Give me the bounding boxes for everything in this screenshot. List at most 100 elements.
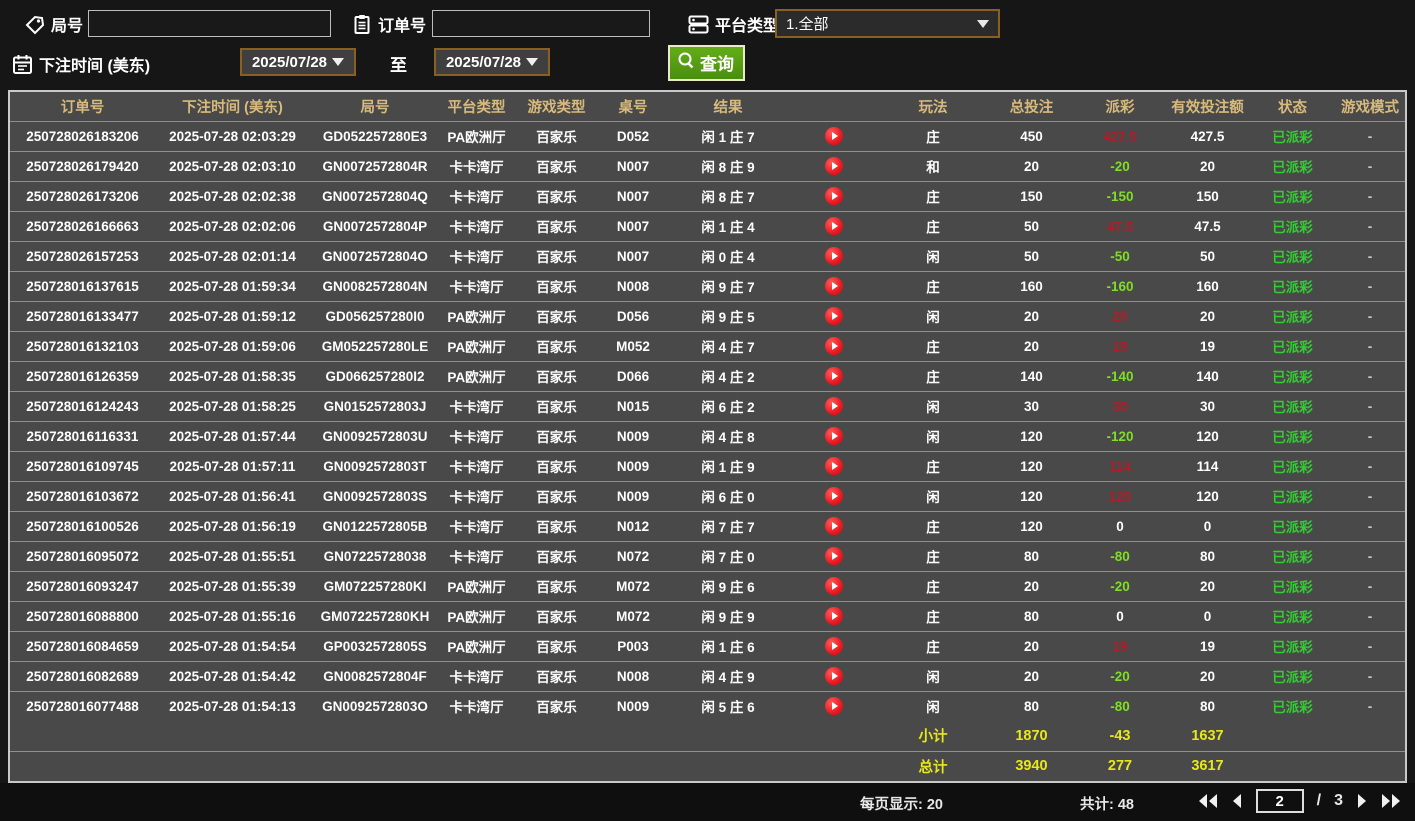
cell-order-no: 250728016124243 xyxy=(10,391,155,422)
order-no-label: 订单号 xyxy=(378,18,427,35)
date-to-label: 至 xyxy=(390,56,407,75)
next-page-icon[interactable] xyxy=(1356,793,1368,809)
cell-total-bet: 450 xyxy=(988,121,1075,152)
cell-play: 闲 xyxy=(878,481,988,512)
order-no-input[interactable] xyxy=(432,10,650,37)
cell-game-no: GP0032572805S xyxy=(310,631,440,662)
play-icon[interactable] xyxy=(825,667,843,685)
subtotal-spacer xyxy=(10,721,878,752)
cell-payout: 120 xyxy=(1075,481,1165,512)
status-badge: 已派彩 xyxy=(1250,241,1335,272)
cell-game-type: 百家乐 xyxy=(536,700,577,716)
chevron-down-icon xyxy=(977,19,989,28)
cell-total-bet: 50 xyxy=(988,241,1075,272)
cell-game-type: 百家乐 xyxy=(513,571,600,602)
cell-game-type: 百家乐 xyxy=(513,481,600,512)
cell-payout: -80 xyxy=(1110,698,1130,714)
cell-platform-type: 卡卡湾厅 xyxy=(440,541,513,572)
status-badge: 已派彩 xyxy=(1250,601,1335,632)
play-icon[interactable] xyxy=(825,697,843,716)
cell-total-bet: 80 xyxy=(988,601,1075,632)
col-total-bet: 总投注 xyxy=(988,92,1075,122)
cell-bet-time: 2025-07-28 02:03:10 xyxy=(155,151,310,182)
play-icon[interactable] xyxy=(825,457,843,475)
platform-type-select[interactable]: 1.全部 xyxy=(775,9,1000,38)
last-page-icon[interactable] xyxy=(1381,793,1401,809)
play-icon[interactable] xyxy=(825,337,843,355)
cell-play: 庄 xyxy=(878,541,988,572)
play-icon[interactable] xyxy=(825,187,843,205)
cell-replay xyxy=(790,691,878,721)
cell-order-no: 250728026173206 xyxy=(10,181,155,212)
play-icon[interactable] xyxy=(825,637,843,655)
game-no-label: 局号 xyxy=(51,18,84,35)
prev-page-icon[interactable] xyxy=(1231,793,1243,809)
date-to-picker[interactable]: 2025/07/28 xyxy=(434,48,550,76)
play-icon[interactable] xyxy=(825,217,843,235)
play-icon[interactable] xyxy=(825,157,843,175)
cell-platform-type: PA欧洲厅 xyxy=(440,301,513,332)
cell-game-mode: - xyxy=(1335,331,1405,362)
pagination-bar: 每页显示: 20 共计: 48 / 3 xyxy=(0,783,1415,821)
table-row: 250728026173206 2025-07-28 02:02:38 GN00… xyxy=(10,181,1405,212)
cell-game-mode: - xyxy=(1335,301,1405,332)
cell-game-no: GN07225728038 xyxy=(310,541,440,572)
cell-order-no: 250728016103672 xyxy=(10,481,155,512)
cell-result: 闲 4 庄 9 xyxy=(666,661,790,692)
play-icon[interactable] xyxy=(825,487,843,505)
cell-platform-type: 卡卡湾厅 xyxy=(440,451,513,482)
cell-game-type: 百家乐 xyxy=(513,181,600,212)
cell-valid-bet: 20 xyxy=(1165,661,1250,692)
cell-game-mode: - xyxy=(1335,541,1405,572)
play-icon[interactable] xyxy=(825,577,843,595)
bet-records-table: 订单号 下注时间 (美东) 局号 平台类型 游戏类型 桌号 结果 玩法 总投注 … xyxy=(8,90,1407,783)
cell-game-no: GN0082572804F xyxy=(310,661,440,692)
cell-payout: 30 xyxy=(1075,391,1165,422)
cell-platform-type: PA欧洲厅 xyxy=(440,331,513,362)
cell-valid-bet: 427.5 xyxy=(1165,121,1250,152)
first-page-icon[interactable] xyxy=(1198,793,1218,809)
cell-payout: -80 xyxy=(1075,541,1165,572)
date-from-value: 2025/07/28 xyxy=(251,53,328,71)
play-icon[interactable] xyxy=(825,247,843,265)
cell-result: 闲 9 庄 5 xyxy=(666,301,790,332)
play-icon[interactable] xyxy=(825,397,843,415)
cell-valid-bet: 20 xyxy=(1165,571,1250,602)
cell-play: 庄 xyxy=(878,601,988,632)
play-icon[interactable] xyxy=(825,367,843,385)
subtotal-valid-bet: 1637 xyxy=(1165,721,1250,752)
play-icon[interactable] xyxy=(825,517,843,535)
col-bet-time: 下注时间 (美东) xyxy=(155,92,310,122)
cell-valid-bet: 19 xyxy=(1165,331,1250,362)
play-icon[interactable] xyxy=(825,277,843,295)
search-button[interactable]: 查询 xyxy=(668,45,745,81)
table-row: 250728026166663 2025-07-28 02:02:06 GN00… xyxy=(10,211,1405,242)
play-icon[interactable] xyxy=(825,607,843,625)
date-from-picker[interactable]: 2025/07/28 xyxy=(240,48,356,76)
game-no-input[interactable] xyxy=(88,10,331,37)
play-icon[interactable] xyxy=(825,547,843,565)
play-icon[interactable] xyxy=(825,127,843,145)
cell-bet-time: 2025-07-28 01:58:35 xyxy=(155,361,310,392)
col-game-type: 游戏类型 xyxy=(513,92,600,122)
play-icon[interactable] xyxy=(825,427,843,445)
cell-replay xyxy=(790,211,878,242)
cell-table-no: N008 xyxy=(600,271,666,302)
bet-time-label-group: 下注时间 (美东) xyxy=(12,52,150,76)
cell-bet-time: 2025-07-28 01:57:11 xyxy=(155,451,310,482)
cell-table-no: N009 xyxy=(600,421,666,452)
cell-replay xyxy=(790,661,878,692)
cell-play: 闲 xyxy=(878,391,988,422)
cell-payout: 20 xyxy=(1075,301,1165,332)
play-icon[interactable] xyxy=(825,307,843,325)
cell-replay xyxy=(790,361,878,392)
cell-payout: -50 xyxy=(1075,241,1165,272)
platform-type-label: 平台类型 xyxy=(715,18,780,35)
table-row: 250728016082689 2025-07-28 01:54:42 GN00… xyxy=(10,661,1405,692)
cell-play: 庄 xyxy=(878,571,988,602)
cell-order-no: 250728016093247 xyxy=(10,571,155,602)
cell-payout: 19 xyxy=(1075,331,1165,362)
cell-game-mode: - xyxy=(1335,631,1405,662)
page-number-input[interactable] xyxy=(1255,789,1304,813)
cell-payout: -20 xyxy=(1075,571,1165,602)
